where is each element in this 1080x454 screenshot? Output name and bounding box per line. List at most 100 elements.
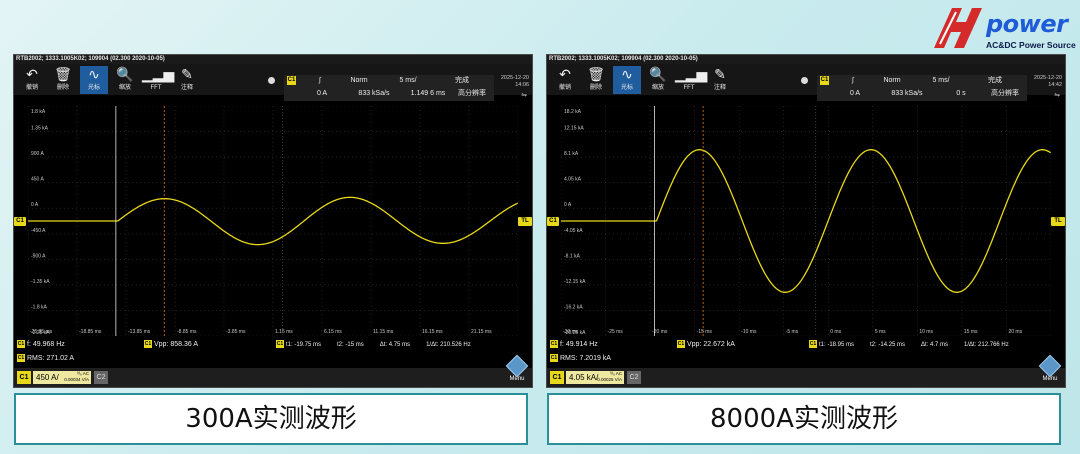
tool-label: 光标	[620, 85, 633, 91]
vpp-value: Vpp: 858.36 A	[154, 341, 198, 348]
tool-label: 缩放	[651, 85, 664, 91]
rms-value: RMS: 7.2019 kA	[560, 355, 611, 362]
x-axis-label: 16.15 ms	[422, 329, 443, 335]
acq-status: 完成	[988, 77, 1002, 84]
x-axis-label: 1.15 ms	[275, 329, 293, 335]
channel-bar: C1 4.05 kA/⁰/₀ AC 0.00025 V/A C2 Menu	[547, 354, 1065, 387]
trigger-slope: ∫	[852, 77, 854, 84]
fft-icon: ▁▂▅	[142, 66, 175, 82]
measurement-row: C1 f: 49.914 Hz C1 Vpp: 22.672 kA C1 t1: -18.…	[547, 339, 1065, 351]
x-axis-label: -3.85 ms	[226, 329, 246, 335]
y-axis-label: 12.15 kA	[564, 126, 584, 132]
x-axis-label: 6.15 ms	[324, 329, 342, 335]
tool-undo-button[interactable]: ↶ 撤销	[18, 66, 46, 94]
ch1-level-marker[interactable]: C1	[14, 216, 26, 226]
menu-button[interactable]: Menu	[1038, 354, 1062, 386]
vpp-value: Vpp: 22.672 kA	[687, 341, 735, 348]
tool-undo-button[interactable]: ↶ 撤销	[551, 66, 579, 94]
logo-word: power	[986, 10, 1068, 38]
ch1-tag: C1	[144, 340, 152, 349]
tool-trash-button[interactable]: 🗑 删除	[49, 66, 77, 94]
tool-trash-button[interactable]: 🗑 删除	[582, 66, 610, 94]
scope-title: RTB2002; 1333.1005K02; 109904 (02.300 20…	[14, 55, 532, 64]
x-axis-label: -18.85 ms	[79, 329, 102, 335]
tool-fft-button[interactable]: ▁▂▅ FFT	[142, 66, 175, 94]
y-axis-label: 1.35 kA	[31, 126, 49, 132]
tool-label: 注释	[713, 85, 726, 91]
trigger-slope: ∫	[319, 77, 321, 84]
y-axis-label: 4.05 kA	[564, 177, 582, 183]
y-axis-label: 18.2 kA	[564, 109, 582, 115]
measurement-row: C1 f: 49.968 Hz C1 Vpp: 858.36 A C1 t1: -19.7…	[14, 339, 532, 351]
x-axis-label: 5 ms	[875, 329, 886, 335]
tool-label: FFT	[683, 85, 695, 91]
rms-readout: C1 RMS: 271.02 A	[17, 353, 74, 365]
time-text: 14:06	[515, 82, 529, 88]
tool-zoom-button[interactable]: 🔍 缩放	[111, 66, 139, 94]
toolbar: ↶ 撤销 🗑 删除 ∿ 光标 🔍 缩放 ▁▂▅ FFT ✎ 注释 C1 ∫ Norm 5 ms/完成 0 A 83…	[547, 64, 1065, 101]
trash-icon: 🗑	[587, 66, 605, 82]
trigger-level: 0 A	[316, 90, 328, 97]
channel-1-scale[interactable]: 4.05 kA/⁰/₀ AC 0.00025 V/A	[566, 371, 624, 384]
tool-fft-button[interactable]: ▁▂▅ FFT	[675, 66, 708, 94]
tool-pen-button[interactable]: ✎ 注释	[706, 66, 734, 94]
date-text: 2025-12-20	[1033, 75, 1062, 81]
resolution-mode: 高分辨率	[458, 90, 486, 97]
x-axis-label: 11.15 ms	[373, 329, 394, 335]
inv-dt-value: 1/Δt: 212.766 Hz	[964, 342, 1009, 348]
trigger-mode: Norm	[350, 77, 368, 84]
trigger-panel[interactable]: C1 ∫ Norm 5 ms/完成 0 A 833 kSa/s 0 s 高分辨率	[817, 75, 1027, 101]
frequency-value: f: 49.914 Hz	[560, 341, 598, 348]
tool-label: 光标	[87, 85, 100, 91]
frequency-readout: C1 f: 49.914 Hz	[550, 339, 598, 351]
channel-2-button[interactable]: C2	[94, 371, 108, 384]
tool-pen-button[interactable]: ✎ 注释	[173, 66, 201, 94]
x-axis-label: 10 ms	[919, 329, 933, 335]
ch1-level-marker[interactable]: C1	[547, 216, 559, 226]
trigger-level-marker[interactable]: TL	[1051, 216, 1065, 226]
timebase: 5 ms/	[399, 77, 417, 84]
ch1-waveform-trace	[28, 196, 518, 246]
tool-label: 注释	[180, 85, 193, 91]
y-axis-label: 450 A	[31, 177, 44, 183]
waveform-grid[interactable]: 1.8 kA 1.35 kA 900 A 450 A 0 A -450 A -900 A -1…	[28, 106, 518, 336]
coupling-info: ⁰/₀ AC 0.00034 V/A	[64, 371, 89, 383]
t1-value: t1: -18.95 ms	[819, 342, 855, 348]
y-axis-label: -450 A	[31, 228, 46, 234]
timebase: 5 ms/	[932, 77, 950, 84]
channel-1-button[interactable]: C1	[17, 371, 31, 384]
record-dot-icon[interactable]	[801, 77, 808, 84]
oscilloscope-screen-300a: RTB2002; 1333.1005K02; 109904 (02.300 20…	[13, 54, 533, 388]
tool-sine-wave-button[interactable]: ∿ 光标	[80, 66, 108, 94]
fft-icon: ▁▂▅	[675, 66, 708, 82]
y-axis-label: -12.15 kA	[564, 279, 586, 285]
dt-value: Δt: 4.75 ms	[379, 342, 411, 348]
t2-value: t2: -15 ms	[337, 342, 364, 348]
x-axis-label: -13.85 ms	[128, 329, 151, 335]
channel-1-scale[interactable]: 450 A/⁰/₀ AC 0.00034 V/A	[33, 371, 91, 384]
trigger-panel[interactable]: C1 ∫ Norm 5 ms/完成 0 A 833 kSa/s 1.149 6 ms 高分辨率	[284, 75, 494, 101]
acq-status: 完成	[455, 77, 469, 84]
trigger-level-marker[interactable]: TL	[518, 216, 532, 226]
caption-300a: 300A实测波形	[14, 393, 528, 445]
tool-sine-wave-button[interactable]: ∿ 光标	[613, 66, 641, 94]
cursor-readout: C1 t1: -19.75 ms t2: -15 ms Δt: 4.75 ms 1/Δt…	[276, 339, 471, 351]
x-axis-label: 15 ms	[964, 329, 978, 335]
x-axis-label: -5 ms	[786, 329, 799, 335]
y-axis-label: 900 A	[31, 151, 44, 157]
dt-value: Δt: 4.7 ms	[921, 342, 949, 348]
ch1-tag: C1	[550, 340, 558, 349]
tool-zoom-button[interactable]: 🔍 缩放	[644, 66, 672, 94]
probe-factor: 0.00034 V/A	[64, 377, 89, 382]
sine-wave-icon: ∿	[88, 66, 100, 82]
channel-2-button[interactable]: C2	[627, 371, 641, 384]
record-dot-icon[interactable]	[268, 77, 275, 84]
tool-label: 删除	[56, 85, 69, 91]
menu-button[interactable]: Menu	[505, 354, 529, 386]
channel-1-button[interactable]: C1	[550, 371, 564, 384]
rms-readout: C1 RMS: 7.2019 kA	[550, 353, 611, 365]
waveform-grid[interactable]: 18.2 kA 12.15 kA 8.1 kA 4.05 kA 0 A -4.05 kA -…	[561, 106, 1051, 336]
channel-bar: C1 450 A/⁰/₀ AC 0.00034 V/A C2 Menu	[14, 354, 532, 387]
resolution-mode: 高分辨率	[991, 90, 1019, 97]
cursor-readout: C1 t1: -18.95 ms t2: -14.25 ms Δt: 4.7 ms 1/…	[809, 339, 1009, 351]
